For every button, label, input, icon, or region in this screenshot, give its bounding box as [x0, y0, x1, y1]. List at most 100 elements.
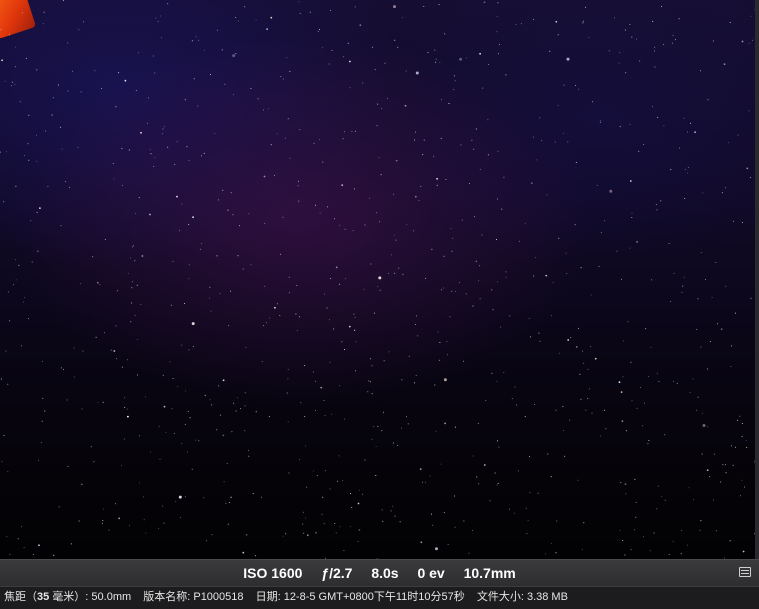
star	[668, 554, 670, 555]
star	[115, 106, 117, 108]
star	[189, 417, 191, 419]
star	[392, 505, 394, 507]
star	[143, 496, 145, 498]
star	[741, 40, 744, 43]
star	[434, 49, 436, 51]
star	[102, 401, 104, 403]
star	[0, 29, 2, 31]
star	[250, 87, 252, 89]
star	[435, 430, 437, 432]
star	[236, 397, 238, 399]
star	[344, 278, 346, 280]
star	[557, 34, 559, 36]
star	[466, 57, 467, 59]
star	[82, 350, 84, 352]
star	[343, 418, 345, 420]
star	[707, 99, 709, 101]
star	[384, 62, 386, 64]
star	[672, 380, 674, 382]
star	[707, 368, 708, 370]
star	[555, 20, 558, 23]
star	[371, 393, 373, 395]
star	[443, 255, 445, 257]
star	[280, 76, 282, 77]
star	[397, 46, 399, 48]
star	[341, 184, 344, 187]
star	[288, 292, 290, 294]
star	[73, 347, 75, 349]
focal-35-label-bold: 35	[37, 591, 50, 603]
star	[299, 129, 301, 131]
star	[487, 154, 489, 156]
star	[482, 87, 484, 89]
star	[130, 321, 132, 323]
star	[459, 57, 463, 61]
star	[191, 468, 193, 470]
star	[126, 408, 128, 410]
star	[672, 35, 674, 37]
star	[252, 493, 254, 495]
star	[316, 475, 318, 476]
star	[328, 319, 330, 321]
star	[130, 257, 131, 259]
star	[684, 169, 686, 170]
star	[451, 250, 453, 252]
star	[402, 17, 403, 19]
star	[622, 540, 624, 541]
star	[532, 136, 534, 138]
star	[514, 386, 516, 388]
star	[132, 245, 134, 247]
star	[321, 47, 323, 49]
star	[66, 399, 68, 401]
star	[162, 505, 164, 507]
star	[697, 298, 699, 300]
star	[746, 446, 748, 448]
star	[392, 442, 394, 444]
star	[261, 361, 263, 363]
star	[37, 250, 39, 252]
star	[616, 250, 618, 252]
star	[500, 326, 502, 328]
star	[552, 282, 554, 284]
star	[135, 90, 137, 92]
star	[479, 298, 481, 300]
star	[128, 149, 130, 151]
star	[177, 385, 179, 387]
star	[335, 532, 337, 534]
star	[668, 243, 670, 244]
star	[357, 540, 359, 542]
star	[347, 42, 349, 44]
star	[178, 495, 182, 499]
star	[197, 105, 199, 107]
star	[150, 153, 152, 155]
star	[580, 267, 582, 269]
star	[162, 374, 164, 376]
star	[44, 410, 46, 412]
star	[416, 315, 417, 317]
star	[11, 85, 12, 87]
star	[101, 522, 103, 524]
star	[282, 535, 284, 537]
star	[62, 0, 64, 2]
star	[631, 400, 633, 402]
star	[304, 365, 306, 367]
star	[400, 427, 402, 429]
info-panel-icon[interactable]	[739, 567, 751, 577]
star	[491, 372, 493, 374]
star	[36, 134, 37, 136]
star	[690, 122, 691, 124]
star	[473, 148, 475, 150]
star	[748, 42, 750, 44]
star	[567, 339, 570, 341]
star	[167, 146, 169, 148]
star	[203, 152, 205, 154]
star	[162, 128, 164, 130]
star	[162, 133, 164, 135]
star	[334, 523, 336, 524]
star	[38, 459, 40, 461]
star	[419, 468, 422, 470]
star	[515, 23, 517, 25]
star	[342, 138, 344, 140]
night-sky-photo[interactable]	[0, 0, 755, 559]
star	[705, 279, 707, 280]
